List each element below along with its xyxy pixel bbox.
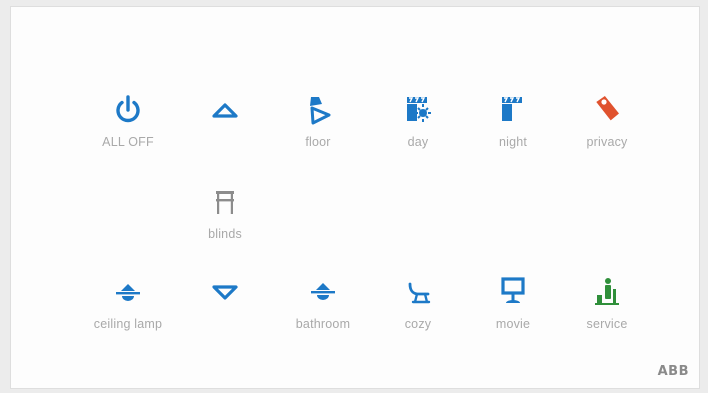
service-button[interactable]: service [557,271,657,345]
lounge-chair-icon [408,282,431,304]
bathroom-button[interactable]: bathroom [273,271,373,345]
control-panel: ALL OFF floor day night privacy blinds c… [10,6,700,389]
night-button[interactable]: night [463,89,563,163]
night-label: night [498,135,528,149]
privacy-button[interactable]: privacy [557,89,657,163]
all-off-button[interactable]: ALL OFF [78,89,178,163]
cozy-button[interactable]: cozy [368,271,468,345]
floor-button[interactable]: floor [268,89,368,163]
ceiling-lamp-label: ceiling lamp [93,317,163,331]
service-icon [595,278,619,305]
ceiling-lamp-icon [116,284,140,301]
scene-day-icon [407,97,431,122]
up-button[interactable] [175,89,275,163]
blinds-label: blinds [208,227,242,241]
day-label: day [407,135,429,149]
projector-screen-icon [501,277,525,303]
movie-button[interactable]: movie [463,271,563,345]
privacy-label: privacy [586,135,628,149]
all-off-label: ALL OFF [102,135,154,149]
floor-label: floor [305,135,331,149]
arrow-down-icon [212,285,238,300]
blinds-icon [216,191,234,214]
down-button[interactable] [175,271,275,345]
movie-label: movie [495,317,531,331]
floor-lamp-icon [310,97,331,125]
arrow-up-icon [212,103,238,118]
ceiling-lamp-button[interactable]: ceiling lamp [78,271,178,345]
day-button[interactable]: day [368,89,468,163]
bathroom-lamp-icon [311,283,335,300]
door-hanger-icon [596,96,619,121]
cozy-label: cozy [404,317,432,331]
scene-night-icon [502,97,523,121]
blinds-button[interactable]: blinds [175,181,275,255]
service-label: service [586,317,628,331]
brand-logo: ABB [657,364,689,379]
bathroom-label: bathroom [295,317,351,331]
power-icon [116,95,140,123]
